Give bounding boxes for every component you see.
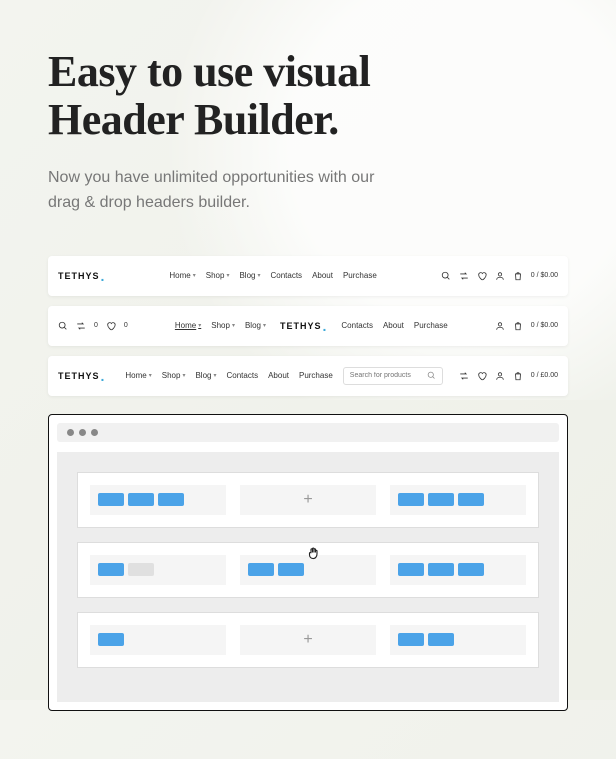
builder-block[interactable] (428, 493, 454, 506)
builder-block[interactable] (248, 563, 274, 576)
header-example-1: TETHYS. Home▾ Shop▾ Blog▾ Contacts About… (48, 256, 568, 296)
builder-block[interactable] (398, 633, 424, 646)
heart-icon[interactable] (106, 321, 116, 331)
nav-purchase[interactable]: Purchase (414, 321, 448, 330)
page-subheading: Now you have unlimited opportunities wit… (48, 165, 388, 216)
builder-col-right[interactable] (390, 625, 526, 655)
header-example-3: TETHYS. Home▾ Shop▾ Blog▾ Contacts About… (48, 356, 568, 396)
search-input-wrapper[interactable] (343, 367, 443, 385)
grab-cursor-icon (305, 545, 323, 563)
bag-icon[interactable] (513, 371, 523, 381)
builder-col-right[interactable] (390, 555, 526, 585)
builder-block[interactable] (128, 493, 154, 506)
builder-block-placeholder[interactable] (128, 563, 154, 576)
nav-contacts[interactable]: Contacts (270, 271, 302, 280)
plus-icon[interactable]: + (303, 631, 312, 649)
header-example-2: 0 0 Home▾ Shop▾ Blog▾ TETHYS. Contacts A… (48, 306, 568, 346)
plus-icon[interactable]: + (303, 491, 312, 509)
nav-home[interactable]: Home▾ (169, 271, 195, 280)
builder-row[interactable]: + (77, 472, 539, 528)
cart-total: 0 / $0.00 (531, 322, 558, 329)
nav-shop[interactable]: Shop▾ (162, 371, 186, 380)
heart-icon[interactable] (477, 271, 487, 281)
builder-block[interactable] (398, 563, 424, 576)
builder-col-left[interactable] (90, 485, 226, 515)
nav-about[interactable]: About (268, 371, 289, 380)
builder-block[interactable] (398, 493, 424, 506)
builder-window: + (48, 414, 568, 711)
window-dot (67, 429, 74, 436)
builder-block[interactable] (158, 493, 184, 506)
builder-col-left[interactable] (90, 555, 226, 585)
bag-icon[interactable] (513, 271, 523, 281)
compare-icon[interactable] (459, 271, 469, 281)
cart-total: 0 / $0.00 (531, 272, 558, 279)
builder-row[interactable] (77, 542, 539, 598)
window-dot (91, 429, 98, 436)
page-heading: Easy to use visual Header Builder. (48, 48, 568, 145)
window-dot (79, 429, 86, 436)
search-input[interactable] (350, 372, 423, 379)
nav-blog[interactable]: Blog▾ (245, 321, 266, 330)
nav-purchase[interactable]: Purchase (343, 271, 377, 280)
builder-row[interactable]: + (77, 612, 539, 668)
nav-menu: Home▾ Shop▾ Blog▾ Contacts About Purchas… (169, 271, 376, 280)
builder-col-center[interactable]: + (240, 625, 376, 655)
builder-block[interactable] (458, 563, 484, 576)
nav-purchase[interactable]: Purchase (299, 371, 333, 380)
builder-canvas: + (57, 452, 559, 702)
nav-contacts[interactable]: Contacts (227, 371, 259, 380)
compare-count: 0 (94, 322, 98, 329)
nav-home[interactable]: Home▾ (175, 321, 201, 330)
heart-icon[interactable] (477, 371, 487, 381)
builder-block[interactable] (98, 633, 124, 646)
builder-block[interactable] (278, 563, 304, 576)
nav-home[interactable]: Home▾ (125, 371, 151, 380)
builder-col-left[interactable] (90, 625, 226, 655)
builder-col-center[interactable]: + (240, 485, 376, 515)
nav-shop[interactable]: Shop▾ (211, 321, 235, 330)
builder-block[interactable] (428, 563, 454, 576)
builder-block[interactable] (98, 563, 124, 576)
logo: TETHYS. (58, 271, 105, 281)
search-icon[interactable] (58, 321, 68, 331)
builder-block[interactable] (428, 633, 454, 646)
user-icon[interactable] (495, 321, 505, 331)
nav-blog[interactable]: Blog▾ (239, 271, 260, 280)
builder-block[interactable] (458, 493, 484, 506)
nav-shop[interactable]: Shop▾ (206, 271, 230, 280)
user-icon[interactable] (495, 371, 505, 381)
search-icon[interactable] (427, 371, 436, 381)
bag-icon[interactable] (513, 321, 523, 331)
builder-col-right[interactable] (390, 485, 526, 515)
nav-contacts[interactable]: Contacts (341, 321, 373, 330)
user-icon[interactable] (495, 271, 505, 281)
wishlist-count: 0 (124, 322, 128, 329)
logo: TETHYS. (280, 321, 327, 331)
compare-icon[interactable] (76, 321, 86, 331)
builder-col-center[interactable] (240, 555, 376, 585)
browser-chrome (57, 423, 559, 442)
search-icon[interactable] (441, 271, 451, 281)
nav-blog[interactable]: Blog▾ (195, 371, 216, 380)
compare-icon[interactable] (459, 371, 469, 381)
cart-total: 0 / £0.00 (531, 372, 558, 379)
builder-block[interactable] (98, 493, 124, 506)
logo: TETHYS. (58, 371, 105, 381)
nav-about[interactable]: About (312, 271, 333, 280)
nav-about[interactable]: About (383, 321, 404, 330)
